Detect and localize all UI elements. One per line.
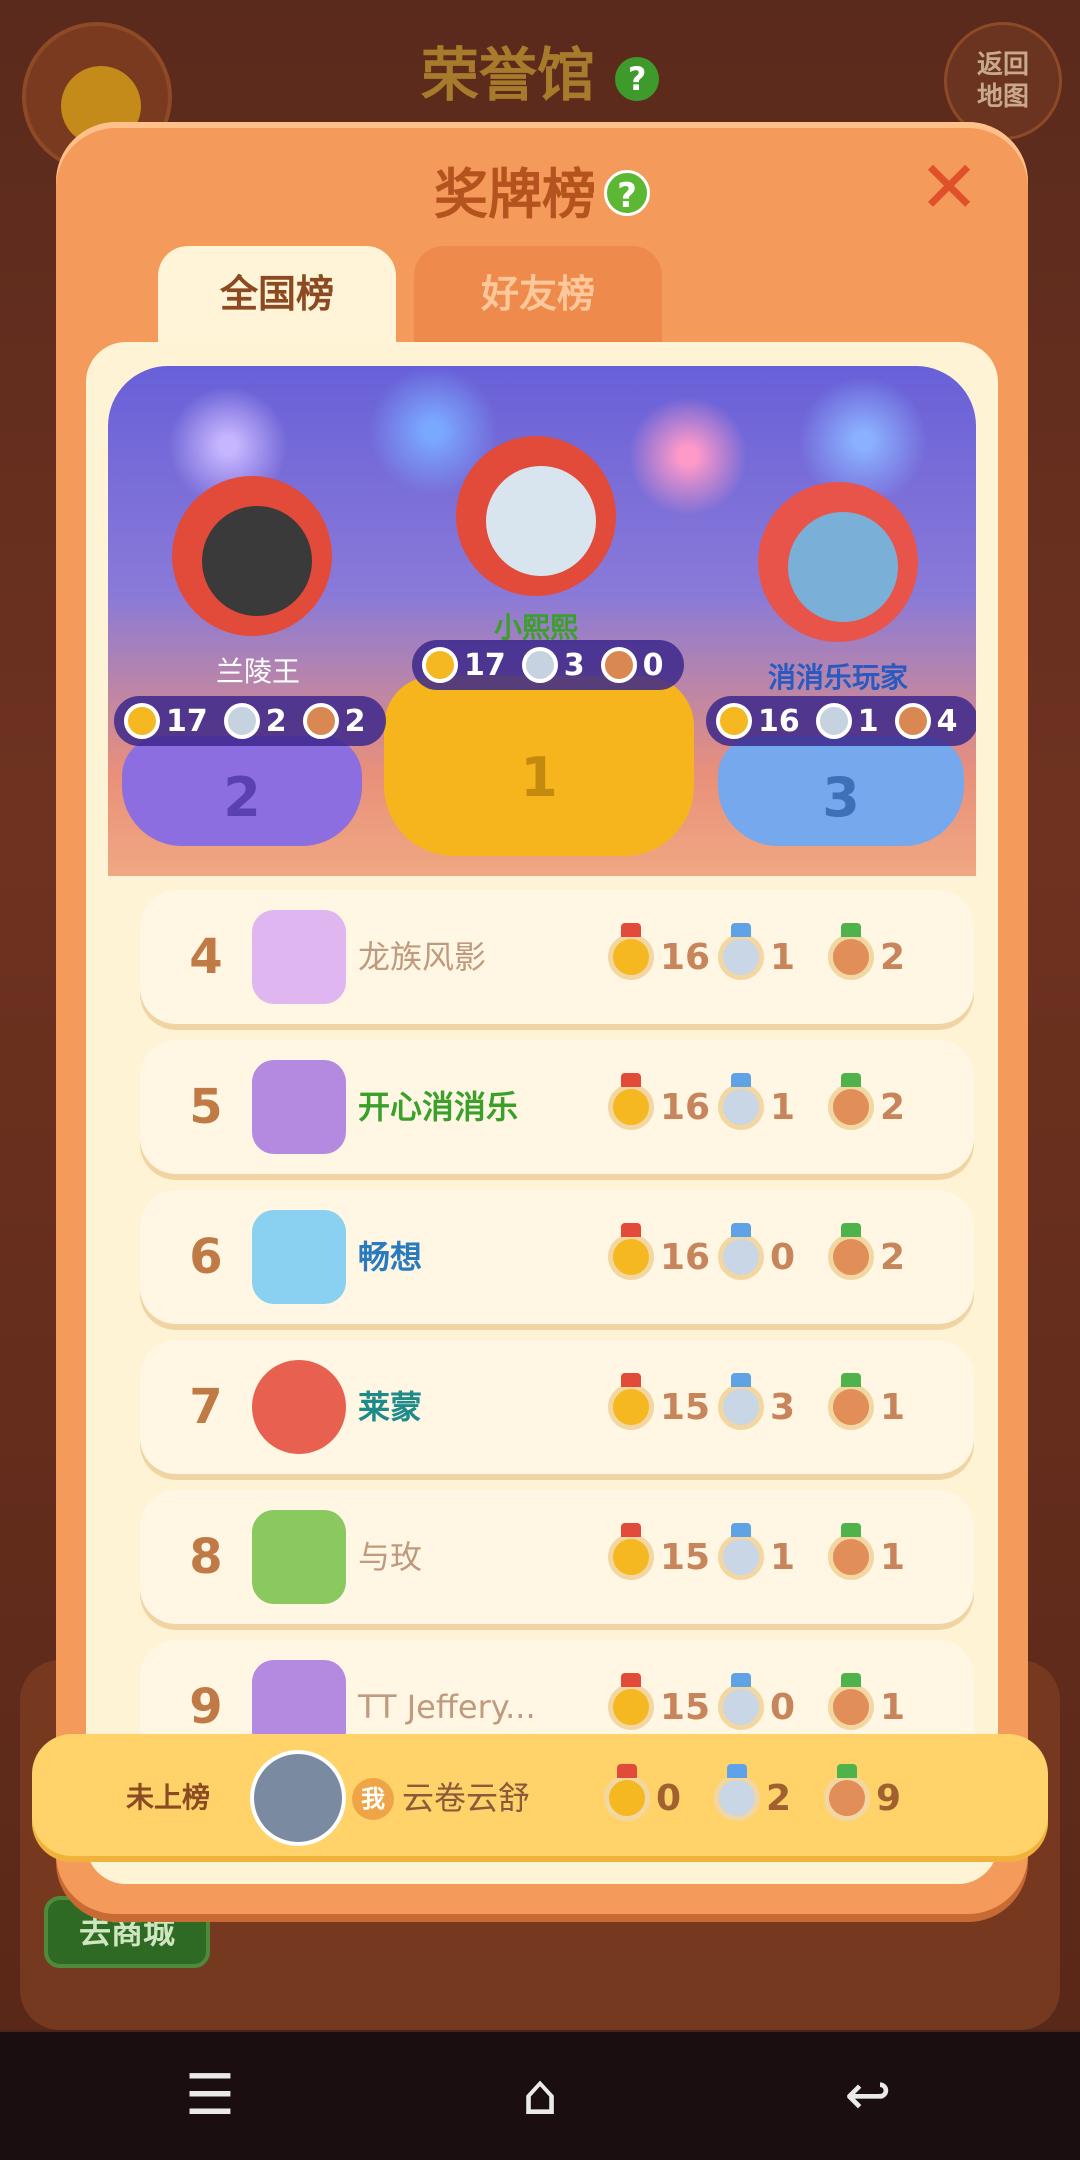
- tab-friends[interactable]: 好友榜: [414, 246, 662, 342]
- rank-status: 未上榜: [126, 1781, 211, 1814]
- avatar[interactable]: [252, 1510, 346, 1604]
- avatar[interactable]: [252, 1360, 346, 1454]
- gold-medal-icon: [608, 1223, 654, 1280]
- podium-scene: 2 1 3 兰陵王 17 2 2 小熙熙 17 3 0 消消乐玩家 16 1 4: [108, 366, 976, 876]
- list-item[interactable]: 5 开心消消乐 16 1 2: [140, 1040, 974, 1174]
- help-icon[interactable]: ?: [604, 170, 650, 216]
- modal-title: 奖牌榜?: [56, 150, 1028, 229]
- close-icon[interactable]: ✕: [918, 151, 980, 223]
- medal-counts: 0 2 9: [604, 1734, 934, 1862]
- podium-medals-1: 17 3 0: [412, 640, 684, 690]
- podium-name-3: 消消乐玩家: [767, 661, 908, 694]
- avatar[interactable]: [202, 506, 312, 616]
- medal-counts: 16 1 2: [608, 1040, 938, 1174]
- gold-medal-icon: [716, 703, 752, 739]
- pedestal-2-number: 2: [223, 766, 261, 829]
- bronze-medal-icon: [828, 1373, 874, 1430]
- player-name: 与玫: [358, 1538, 423, 1576]
- bronze-medal-icon: [600, 647, 637, 683]
- hall-of-honor-title: 荣誉馆 ?: [0, 28, 1080, 112]
- bronze-medal-icon: [302, 703, 339, 739]
- bronze-medal-icon: [828, 1523, 874, 1580]
- silver-medal-icon: [815, 703, 852, 739]
- avatar[interactable]: [250, 1750, 346, 1846]
- silver-medal-icon: [718, 1523, 764, 1580]
- bronze-medal-icon: [824, 1764, 870, 1821]
- question-icon[interactable]: ?: [615, 56, 660, 101]
- pedestal-1-number: 1: [520, 746, 558, 809]
- silver-medal-icon: [718, 1073, 764, 1130]
- my-name: 云卷云舒: [402, 1779, 531, 1817]
- list-item[interactable]: 7 莱蒙 15 3 1: [140, 1340, 974, 1474]
- list-item[interactable]: 4 龙族风影 16 1 2: [140, 890, 974, 1024]
- podium-medals-3: 16 1 4: [706, 696, 976, 746]
- home-icon[interactable]: ⌂: [500, 2066, 580, 2126]
- me-badge: 我: [352, 1778, 394, 1820]
- bronze-medal-icon: [828, 1223, 874, 1280]
- player-name: 开心消消乐: [358, 1088, 519, 1126]
- medal-leaderboard-modal: 奖牌榜? ✕ 全国榜 好友榜 2 1 3 兰陵王 17 2 2 小熙熙 17 3…: [56, 122, 1028, 1914]
- bronze-medal-icon: [828, 923, 874, 980]
- bronze-medal-icon: [894, 703, 931, 739]
- medal-counts: 15 3 1: [608, 1340, 938, 1474]
- leaderboard-content: 2 1 3 兰陵王 17 2 2 小熙熙 17 3 0 消消乐玩家 16 1 4…: [86, 342, 998, 1884]
- silver-medal-icon: [718, 1223, 764, 1280]
- gold-medal-icon: [608, 923, 654, 980]
- bronze-medal-icon: [828, 1073, 874, 1130]
- silver-medal-icon: [718, 1673, 764, 1730]
- avatar[interactable]: [788, 512, 898, 622]
- podium-medals-2: 17 2 2: [114, 696, 386, 746]
- system-nav-bar: ☰ ⌂ ↩: [0, 2032, 1080, 2160]
- silver-medal-icon: [714, 1764, 760, 1821]
- silver-medal-icon: [521, 647, 558, 683]
- firework-decoration: [628, 396, 748, 516]
- avatar[interactable]: [252, 1060, 346, 1154]
- my-rank-bar[interactable]: 未上榜 我 云卷云舒 0 2 9: [32, 1734, 1048, 1862]
- menu-icon[interactable]: ☰: [170, 2066, 250, 2126]
- gold-medal-icon: [608, 1373, 654, 1430]
- tab-national[interactable]: 全国榜: [158, 246, 396, 342]
- list-item[interactable]: 8 与玫 15 1 1: [140, 1490, 974, 1624]
- silver-medal-icon: [223, 703, 260, 739]
- gold-medal-icon: [422, 647, 458, 683]
- medal-counts: 15 1 1: [608, 1490, 938, 1624]
- medal-counts: 16 0 2: [608, 1190, 938, 1324]
- pedestal-3-number: 3: [822, 766, 860, 829]
- silver-medal-icon: [718, 923, 764, 980]
- gold-medal-icon: [608, 1523, 654, 1580]
- avatar[interactable]: [252, 1210, 346, 1304]
- player-name: 莱蒙: [358, 1388, 423, 1426]
- player-name: 畅想: [358, 1238, 423, 1276]
- list-item[interactable]: 6 畅想 16 0 2: [140, 1190, 974, 1324]
- gold-medal-icon: [608, 1073, 654, 1130]
- podium-name-2: 兰陵王: [215, 655, 300, 688]
- gold-medal-icon: [608, 1673, 654, 1730]
- back-icon[interactable]: ↩: [828, 2066, 908, 2126]
- player-name: 龙族风影: [358, 938, 487, 976]
- bronze-medal-icon: [828, 1673, 874, 1730]
- gold-medal-icon: [124, 703, 160, 739]
- avatar[interactable]: [486, 466, 596, 576]
- medal-counts: 16 1 2: [608, 890, 938, 1024]
- gold-medal-icon: [604, 1764, 650, 1821]
- avatar[interactable]: [252, 910, 346, 1004]
- silver-medal-icon: [718, 1373, 764, 1430]
